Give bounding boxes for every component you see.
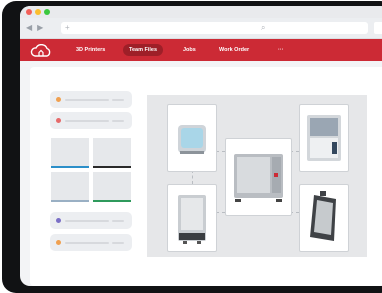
connector-line bbox=[216, 151, 225, 152]
tile-accent bbox=[93, 200, 131, 202]
placeholder-line bbox=[112, 219, 124, 222]
close-window-button[interactable] bbox=[26, 9, 32, 15]
traffic-lights bbox=[26, 9, 50, 15]
nav-item-team-files[interactable]: Team Files bbox=[123, 44, 164, 56]
minimize-window-button[interactable] bbox=[35, 9, 41, 15]
nav-item-work-order[interactable]: Work Order bbox=[219, 44, 249, 56]
printer-card[interactable] bbox=[167, 184, 217, 252]
address-field[interactable]: + ↻ bbox=[61, 22, 275, 34]
placeholder-line bbox=[65, 219, 109, 222]
placeholder-line bbox=[65, 119, 109, 122]
list-item[interactable] bbox=[50, 212, 132, 229]
search-field[interactable]: ⌕ bbox=[256, 22, 368, 34]
search-icon: ⌕ bbox=[261, 23, 266, 32]
new-tab-icon[interactable]: + bbox=[65, 22, 70, 34]
placeholder-line bbox=[65, 241, 109, 244]
status-dot bbox=[56, 97, 61, 102]
tile-accent bbox=[51, 166, 89, 168]
browser-toolbar: ◀ ▶ + ↻ ⌕ bbox=[20, 18, 382, 39]
file-tile[interactable] bbox=[51, 172, 89, 202]
status-dot bbox=[56, 240, 61, 245]
placeholder-line bbox=[112, 119, 124, 122]
back-arrow-icon[interactable]: ◀ bbox=[26, 23, 32, 33]
enclosed-printer-icon bbox=[178, 195, 206, 244]
maximize-window-button[interactable] bbox=[44, 9, 50, 15]
placeholder-line bbox=[112, 241, 124, 244]
forward-arrow-icon[interactable]: ▶ bbox=[37, 23, 43, 33]
large-printer-icon bbox=[307, 115, 341, 161]
nav-item-jobs[interactable]: Jobs bbox=[183, 44, 196, 56]
extension-button[interactable] bbox=[374, 22, 382, 34]
tile-accent bbox=[51, 200, 89, 202]
compact-printer-icon bbox=[178, 125, 206, 154]
main-printer-icon bbox=[234, 154, 283, 202]
printer-card[interactable] bbox=[299, 104, 349, 172]
main-content bbox=[30, 67, 382, 286]
printer-card[interactable] bbox=[299, 184, 349, 252]
app-navbar: 3D Printers Team Files Jobs Work Order ·… bbox=[20, 39, 382, 61]
cloud-printer-logo-icon[interactable] bbox=[30, 44, 52, 58]
file-tile[interactable] bbox=[51, 138, 89, 168]
printer-card[interactable] bbox=[167, 104, 217, 172]
connector-line bbox=[216, 212, 225, 213]
placeholder-line bbox=[65, 98, 109, 101]
list-item[interactable] bbox=[50, 234, 132, 251]
printer-card[interactable] bbox=[225, 138, 292, 216]
list-item[interactable] bbox=[50, 112, 132, 129]
status-dot bbox=[56, 118, 61, 123]
browser-window: ◀ ▶ + ↻ ⌕ 3D Printers Team Files Jobs Wo… bbox=[20, 6, 382, 286]
status-dot bbox=[56, 218, 61, 223]
placeholder-line bbox=[112, 98, 124, 101]
nav-item-3d-printers[interactable]: 3D Printers bbox=[76, 44, 105, 56]
browser-titlebar bbox=[20, 6, 382, 18]
file-tile[interactable] bbox=[93, 172, 131, 202]
tilted-printer-icon bbox=[310, 191, 336, 241]
file-tile[interactable] bbox=[93, 138, 131, 168]
list-item[interactable] bbox=[50, 91, 132, 108]
nav-item-more[interactable]: ··· bbox=[278, 44, 284, 56]
tile-accent bbox=[93, 166, 131, 168]
printer-network-diagram bbox=[147, 95, 367, 257]
